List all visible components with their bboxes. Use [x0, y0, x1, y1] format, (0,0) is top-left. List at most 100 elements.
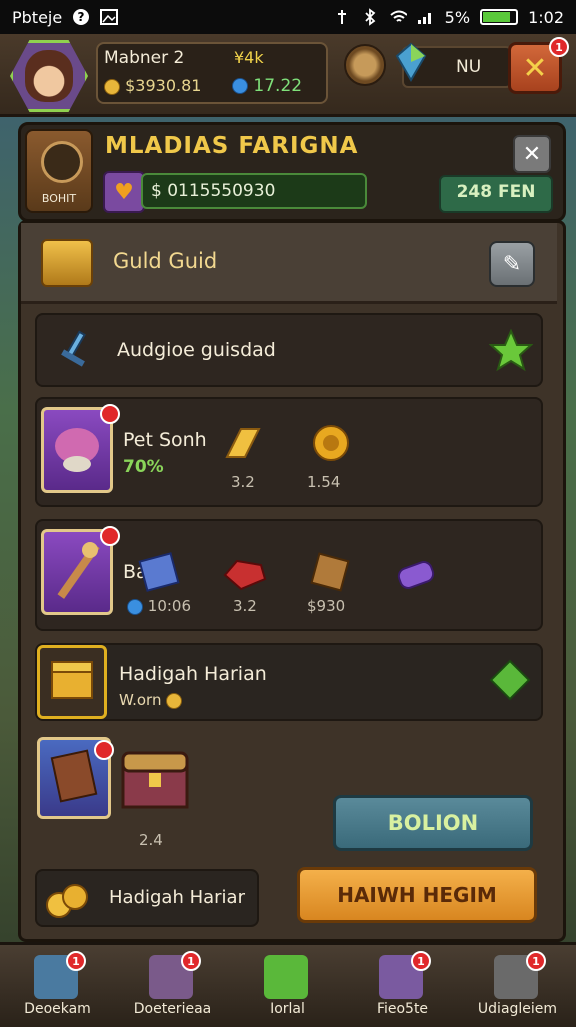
row1-title: Audgioe guisdad [117, 339, 276, 361]
wifi-icon [389, 8, 407, 26]
player-gems: 17.22 [232, 76, 302, 96]
green-diamond-icon[interactable] [489, 659, 531, 701]
row-audgioe[interactable]: Audgioe guisdad [35, 313, 543, 387]
avatar-face-icon [25, 50, 73, 102]
row3-time-value: 10:06 [147, 597, 192, 615]
bottom-nav: 1 Deoekam 1 Doeterieaa Iorlal 1 Fieo5te … [0, 942, 576, 1027]
scroll-icon [310, 552, 350, 592]
nav-item-2[interactable]: Iorlal [230, 945, 345, 1027]
carrier-label: Pbteje [12, 7, 63, 27]
nav-label-2: Iorlal [270, 1001, 305, 1017]
status-bar: Pbteje ? 5% 1:02 [0, 0, 576, 34]
crystal-box-icon [138, 552, 180, 592]
treasure-icon [41, 239, 93, 287]
gold-pile-icon [46, 884, 88, 918]
row2-title: Pet Sonh [123, 429, 207, 451]
gem-icon [232, 78, 248, 94]
guild-title: MLADIAS FARIGNA [105, 133, 359, 159]
gold-bar-icon [225, 428, 261, 458]
nav-badge-3: 1 [411, 951, 431, 971]
nav-item-1[interactable]: 1 Doeterieaa [115, 945, 230, 1027]
player-gold-value: $3930.81 [125, 76, 202, 95]
player-info: Mabner 2 ¥4k $3930.81 17.22 [96, 42, 328, 104]
panel-header: Guld Guid ✎ [21, 223, 557, 304]
resource-label: NU [456, 57, 482, 77]
nav-label-4: Udiagleiem [477, 1001, 558, 1017]
emblem-icon [41, 141, 83, 183]
clock-icon [127, 598, 143, 615]
ruby-icon [223, 559, 267, 591]
sword-icon [61, 330, 86, 367]
nav-item-4[interactable]: 1 Udiagleiem [460, 945, 575, 1027]
gold-coin-icon [313, 425, 349, 461]
nav-item-3[interactable]: 1 Fieo5te [345, 945, 460, 1027]
mute-icon [333, 8, 351, 26]
coin-icon [104, 78, 120, 95]
crystal-icon [395, 42, 427, 82]
player-avatar[interactable] [10, 40, 88, 112]
alert-icon: ? [72, 8, 90, 26]
nav-badge-0: 1 [66, 951, 86, 971]
staff-icon [57, 542, 100, 599]
bluetooth-icon [361, 8, 379, 26]
nav-badge-1: 1 [181, 951, 201, 971]
guild-emblem[interactable]: BOHIT [25, 129, 93, 213]
guild-panel: Guld Guid ✎ Audgioe guisdad Pet Sonh 70%… [18, 220, 566, 942]
green-block-icon [264, 955, 308, 999]
row2-loot-a: 3.2 [231, 473, 255, 491]
close-x-icon: ✕ [522, 50, 548, 86]
guild-stat-bar: $ 0115550930 [141, 173, 367, 209]
row5-title: Hadigah Hariar [109, 887, 245, 908]
row3-time: 10:06 [127, 597, 191, 615]
player-level: ¥4k [234, 48, 264, 67]
gold-chest-icon [51, 661, 93, 699]
treasure-chest-icon[interactable] [117, 743, 193, 815]
row-balb[interactable]: Balb 10:06 3.2 $930 [35, 519, 543, 631]
emblem-label: BOHIT [41, 192, 77, 205]
card-badge [94, 740, 114, 760]
row3-loot-b: $930 [307, 597, 346, 615]
player-gems-value: 17.22 [253, 76, 303, 96]
purple-gem-icon [397, 561, 435, 589]
haiwh-button[interactable]: HAIWH HEGIM [297, 867, 537, 923]
nav-label-0: Deoekam [24, 1001, 91, 1017]
row4-title: Hadigah Harian [119, 663, 267, 685]
panel-title: Guld Guid [113, 249, 218, 273]
battery-percent: 5% [444, 7, 471, 27]
shield-button[interactable] [344, 44, 386, 86]
row3-loot-a: 3.2 [233, 597, 257, 615]
resource-box[interactable]: NU [395, 42, 512, 88]
nav-label-3: Fieo5te [376, 1001, 429, 1017]
guild-rank-button[interactable]: 248 FEN [439, 175, 553, 213]
player-name: Mabner 2 [104, 48, 185, 68]
image-icon [100, 8, 119, 26]
close-main-button[interactable]: ✕ 1 [508, 37, 569, 94]
nav-label-1: Doeterieaa [133, 1001, 212, 1017]
nav-badge-4: 1 [526, 951, 546, 971]
pet-card[interactable] [41, 404, 120, 493]
row4-sub-value: W.orn [119, 691, 162, 709]
signal-icon [417, 8, 435, 26]
guild-close-button[interactable]: ✕ [513, 135, 551, 173]
battery-level-fill [483, 12, 511, 22]
row2-percent: 70% [123, 457, 164, 477]
star-icon[interactable] [489, 329, 533, 373]
gold-chest-card [37, 645, 107, 719]
card-badge [100, 526, 120, 546]
item-card[interactable] [37, 737, 114, 819]
bolion-button[interactable]: BOLION [333, 795, 533, 851]
player-gold: $3930.81 [104, 76, 201, 95]
chest-count: 2.4 [139, 831, 163, 849]
row-hadigah[interactable]: Hadigah Harian W.orn [35, 643, 543, 721]
row2-loot-b: 1.54 [307, 473, 341, 491]
heart-icon: ♥ [103, 171, 145, 213]
battery-icon [480, 9, 519, 25]
weapon-card[interactable] [41, 526, 120, 615]
edit-button[interactable]: ✎ [489, 241, 535, 287]
clock: 1:02 [528, 7, 564, 27]
row-pet[interactable]: Pet Sonh 70% 3.2 1.54 [35, 397, 543, 507]
guild-header: BOHIT MLADIAS FARIGNA ♥ $ 0115550930 248… [18, 122, 566, 222]
row-hadigah-2[interactable]: Hadigah Hariar [35, 869, 259, 927]
nav-item-0[interactable]: 1 Deoekam [0, 945, 115, 1027]
card-badge [100, 404, 120, 424]
